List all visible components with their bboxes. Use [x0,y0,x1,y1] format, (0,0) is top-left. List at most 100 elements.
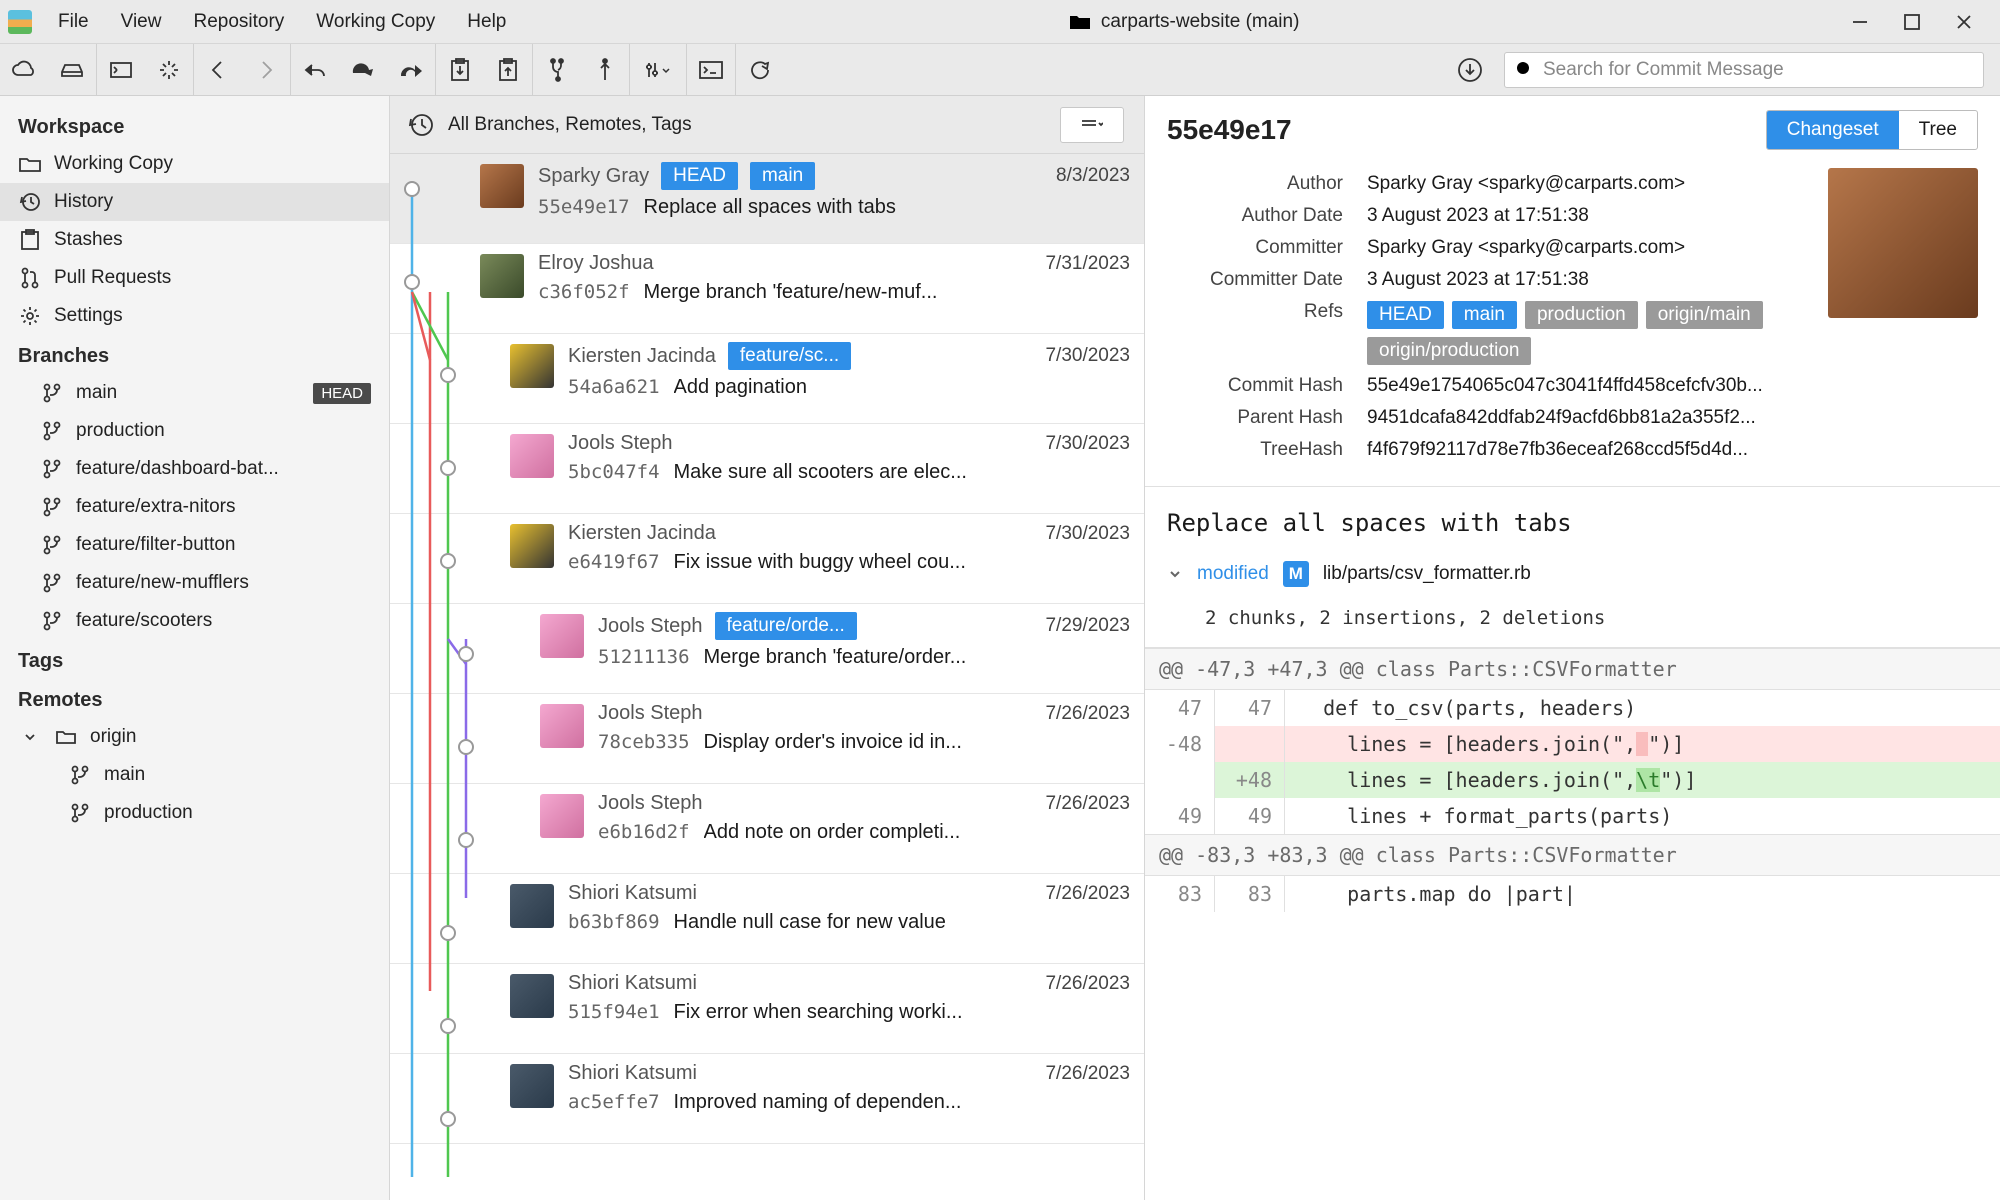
pull-request-icon [18,267,42,289]
sidebar-stashes[interactable]: Stashes [0,221,389,259]
commit-row[interactable]: Jools Steph7/30/20235bc047f4Make sure al… [390,424,1144,514]
commit-row[interactable]: Shiori Katsumi 7/26/2023 ac5effe7 Improved … [390,1054,1144,1144]
merge-icon[interactable] [533,44,581,95]
terminal-icon[interactable] [687,44,735,95]
commit-row[interactable]: Kiersten Jacindafeature/sc...7/30/202354… [390,334,1144,424]
commit-hash: ac5effe7 [568,1091,660,1113]
explorer-icon[interactable] [97,44,145,95]
remote-branch-item[interactable]: main [0,756,389,794]
clipboard-up-icon[interactable] [484,44,532,95]
meta-committer-date: 3 August 2023 at 17:51:38 [1367,269,1808,291]
ref-badge: origin/main [1646,301,1763,329]
branch-item[interactable]: feature/extra-nitors [0,488,389,526]
refresh-icon[interactable] [736,44,784,95]
push-up-icon[interactable] [581,44,629,95]
close-button[interactable] [1952,10,1976,34]
search-box[interactable] [1504,52,1984,88]
history-icon [18,191,42,213]
diff-line: 8383 parts.map do |part| [1145,876,2000,912]
commit-message: Merge branch 'feature/new-muf... [644,281,938,304]
branches-heading: Branches [0,335,389,374]
commit-row[interactable]: Shiori Katsumi7/26/2023b63bf869Handle nu… [390,874,1144,964]
commit-row[interactable]: Jools Steph7/26/2023e6b16d2fAdd note on … [390,784,1144,874]
undo-icon[interactable] [291,44,339,95]
commit-list-pane: All Branches, Remotes, Tags Sparky GrayH… [390,96,1145,1200]
sidebar-settings[interactable]: Settings [0,297,389,335]
commit-row[interactable]: Jools Steph7/26/202378ceb335Display orde… [390,694,1144,784]
sidebar-pull-requests[interactable]: Pull Requests [0,259,389,297]
commit-date: 7/26/2023 [1045,973,1130,995]
commit-date: 7/30/2023 [1045,433,1130,455]
folder-icon [1069,13,1091,31]
list-view-toggle[interactable] [1060,107,1124,143]
forward-button[interactable] [242,44,290,95]
commit-message: Improved naming of dependen... [674,1091,962,1114]
commit-message: Replace all spaces with tabs [1145,487,2000,551]
commit-date: 7/26/2023 [1045,703,1130,725]
diff-line: +48 lines = [headers.join(",\t")] [1145,762,2000,798]
tags-heading: Tags [0,640,389,679]
folder-icon [18,155,42,173]
branch-item[interactable]: feature/filter-button [0,526,389,564]
branch-item[interactable]: mainHEAD [0,374,389,412]
commit-row[interactable]: Shiori Katsumi7/26/2023515f94e1Fix error… [390,964,1144,1054]
commit-hash: 515f94e1 [568,1001,660,1023]
file-row[interactable]: modified M lib/parts/csv_formatter.rb [1145,551,2000,597]
maximize-button[interactable] [1900,10,1924,34]
commit-hash: 54a6a621 [568,376,660,398]
author-avatar [510,434,554,478]
ref-badge: production [1525,301,1638,329]
branch-item[interactable]: production [0,412,389,450]
titlebar: File View Repository Working Copy Help c… [0,0,2000,44]
settings-dropdown[interactable] [630,44,686,95]
disk-icon[interactable] [48,44,96,95]
commit-author: Elroy Joshua [538,252,654,275]
sidebar-history[interactable]: History [0,183,389,221]
menu-repository[interactable]: Repository [179,5,298,39]
branch-item[interactable]: feature/dashboard-bat... [0,450,389,488]
commit-row[interactable]: Kiersten Jacinda7/30/2023e6419f67Fix iss… [390,514,1144,604]
commit-row[interactable]: Jools Stephfeature/orde...7/29/202351211… [390,604,1144,694]
branch-item[interactable]: feature/new-mufflers [0,564,389,602]
author-avatar [510,974,554,1018]
commit-date: 8/3/2023 [1056,165,1130,187]
commit-date: 7/26/2023 [1045,1063,1130,1085]
branch-icon [40,421,64,441]
meta-committer: Sparky Gray <sparky@carparts.com> [1367,237,1808,259]
commit-row[interactable]: Sparky GrayHEADmain8/3/202355e49e17Repla… [390,154,1144,244]
remote-origin[interactable]: origin [0,718,389,756]
cloud-icon[interactable] [0,44,48,95]
forward-arrow-icon[interactable] [387,44,435,95]
menu-help[interactable]: Help [453,5,520,39]
sidebar-working-copy[interactable]: Working Copy [0,145,389,183]
redo-arrow-icon[interactable] [339,44,387,95]
commit-message: Replace all spaces with tabs [644,196,896,219]
detail-pane: 55e49e17 Changeset Tree AuthorSparky Gra… [1145,96,2000,1200]
search-input[interactable] [1543,59,1973,81]
author-avatar [510,344,554,388]
branch-item[interactable]: feature/scooters [0,602,389,640]
commit-date: 7/29/2023 [1045,615,1130,637]
meta-parent-hash: 9451dcafa842ddfab24f9acfd6bb81a2a355f2..… [1367,407,1978,429]
author-avatar [510,1064,554,1108]
minimize-button[interactable] [1848,10,1872,34]
file-path: lib/parts/csv_formatter.rb [1323,563,1531,585]
tab-tree[interactable]: Tree [1899,111,1977,149]
author-avatar [510,884,554,928]
menu-file[interactable]: File [44,5,103,39]
menu-working-copy[interactable]: Working Copy [302,5,449,39]
download-icon[interactable] [1446,44,1494,95]
commit-hash: b63bf869 [568,911,660,933]
tab-changeset[interactable]: Changeset [1767,111,1899,149]
clipboard-down-icon[interactable] [436,44,484,95]
back-button[interactable] [194,44,242,95]
commit-author: Shiori Katsumi [568,1062,697,1085]
commit-author: Kiersten Jacinda [568,522,716,545]
window-title: carparts-website (main) [1101,11,1300,33]
menu-view[interactable]: View [107,5,176,39]
magic-icon[interactable] [145,44,193,95]
commit-row[interactable]: Elroy Joshua7/31/2023c36f052fMerge branc… [390,244,1144,334]
commit-hash: e6419f67 [568,551,660,573]
workspace-heading: Workspace [0,106,389,145]
remote-branch-item[interactable]: production [0,794,389,832]
